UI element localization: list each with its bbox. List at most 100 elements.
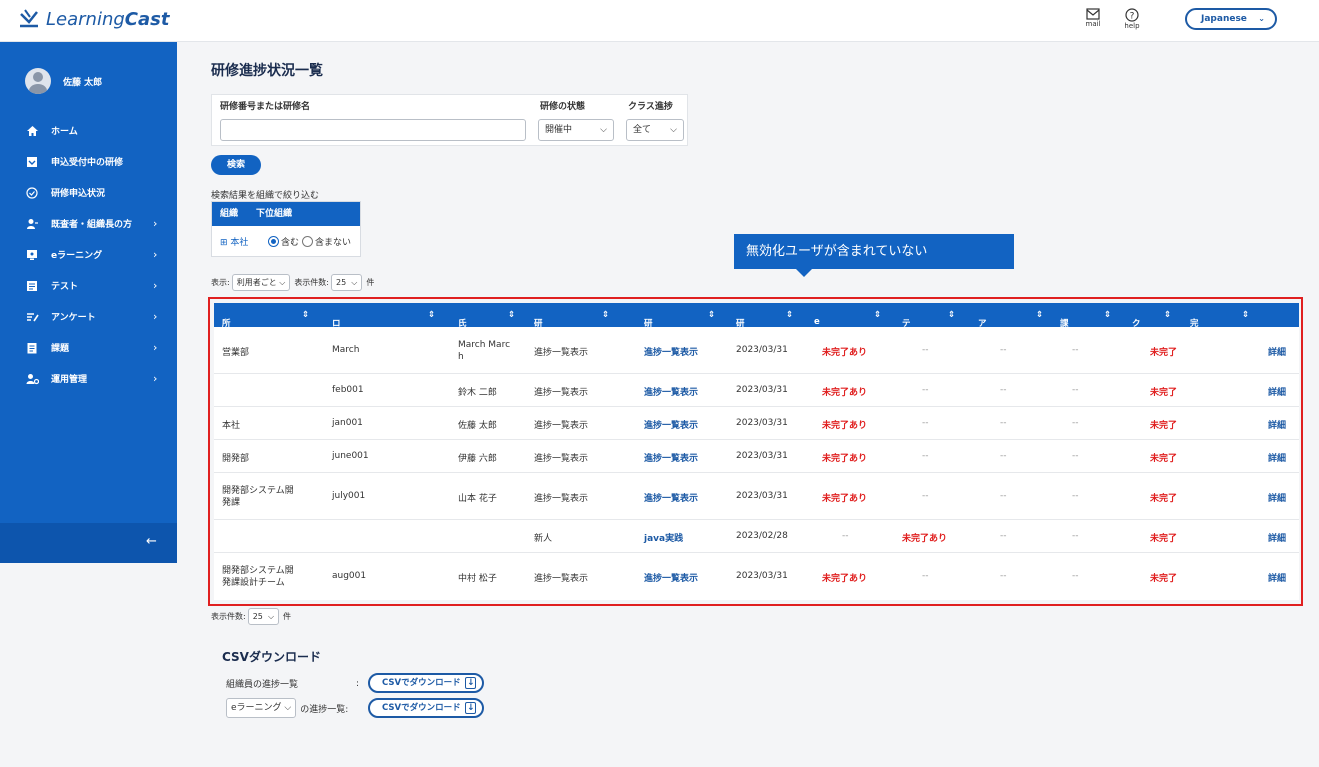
sidebar-item-test[interactable]: テスト › <box>0 270 177 301</box>
help-button[interactable]: ? help <box>1119 8 1145 30</box>
cell-survey-status: -- <box>1000 418 1007 428</box>
course-link[interactable]: 進捗一覧表示 <box>644 345 698 358</box>
cell-assignment-status: -- <box>1072 345 1079 355</box>
sidebar-item-admin[interactable]: 運用管理 › <box>0 363 177 394</box>
sort-icon[interactable]: ⇕ <box>602 310 609 320</box>
course-link[interactable]: 進捗一覧表示 <box>644 571 698 584</box>
course-link[interactable]: 進捗一覧表示 <box>644 418 698 431</box>
org-name: 本社 <box>230 238 249 248</box>
language-select[interactable]: Japanese ⌄ <box>1185 8 1277 30</box>
avatar <box>25 68 51 94</box>
sidebar-item-label: テスト <box>51 282 79 292</box>
csv-type-select[interactable]: eラーニング ⌵ <box>226 698 297 718</box>
course-link[interactable]: 進捗一覧表示 <box>644 385 698 398</box>
table-row: 開発部システム開発課 july001 山本 花子 進捗一覧表示 進捗一覧表示 2… <box>214 473 1299 520</box>
mail-button[interactable]: mail <box>1080 8 1106 28</box>
sort-icon[interactable]: ⇕ <box>1104 310 1111 320</box>
sidebar-item-application-status[interactable]: 研修申込状況 <box>0 177 177 208</box>
detail-link[interactable]: 詳細 <box>1268 491 1286 504</box>
sidebar-item-open-courses[interactable]: 申込受付中の研修 <box>0 146 177 177</box>
org-filter-label: 検索結果を組織で絞り込む <box>211 191 320 201</box>
sidebar-item-assignment[interactable]: 課題 › <box>0 332 177 363</box>
csv-download-progress-button[interactable]: CSVでダウンロード <box>368 698 484 718</box>
sidebar-item-elearning[interactable]: eラーニング › <box>0 239 177 270</box>
org-filter-panel: 組織 下位組織 ⊞ 本社 含む 含まない <box>211 201 361 257</box>
sidebar-collapse-button[interactable]: ← <box>0 523 177 563</box>
csv-download-members-button[interactable]: CSVでダウンロード <box>368 673 484 693</box>
user-profile[interactable]: 佐藤 太郎 <box>25 68 102 94</box>
course-code-label: 研修番号または研修名 <box>220 102 311 112</box>
course-link[interactable]: 進捗一覧表示 <box>644 491 698 504</box>
survey-icon <box>25 310 39 324</box>
cell-elearning-status: 未完了あり <box>822 494 868 504</box>
cell-course-code: 進捗一覧表示 <box>534 388 589 398</box>
cell-elearning-status: 未完了あり <box>822 388 868 398</box>
sidebar-item-label: eラーニング <box>51 251 103 261</box>
csv-members-label: 組織員の進捗一覧 <box>226 680 299 690</box>
cell-course-code: 進捗一覧表示 <box>534 494 589 504</box>
display-mode-label: 表示: <box>211 278 230 287</box>
detail-link[interactable]: 詳細 <box>1268 418 1286 431</box>
cell-course-code: 進捗一覧表示 <box>534 454 589 464</box>
status-select[interactable]: 開催中 ⌵ <box>538 119 614 141</box>
course-link[interactable]: java実践 <box>644 531 683 544</box>
cell-class-status: 未完了 <box>1150 421 1178 431</box>
radio-checked-icon <box>268 236 279 247</box>
csv-button-label: CSVでダウンロード <box>382 678 461 688</box>
sort-icon[interactable]: ⇕ <box>1164 310 1171 320</box>
sidebar-item-home[interactable]: ホーム <box>0 115 177 146</box>
csv-colon: : <box>356 678 360 689</box>
course-link[interactable]: 進捗一覧表示 <box>644 451 698 464</box>
sort-icon[interactable]: ⇕ <box>508 310 515 320</box>
cell-end-date: 2023/02/28 <box>736 531 788 541</box>
cell-survey-status: -- <box>1000 491 1007 501</box>
cell-test-status: -- <box>922 571 929 581</box>
cell-elearning-status: 未完了あり <box>822 421 868 431</box>
course-search-input[interactable] <box>220 119 526 141</box>
sidebar-item-label: 課題 <box>51 344 70 354</box>
page-size-select[interactable]: 25 ⌵ <box>331 274 363 291</box>
csv-section-title: CSVダウンロード <box>222 650 321 664</box>
admin-icon <box>25 372 39 386</box>
sort-icon[interactable]: ⇕ <box>302 310 309 320</box>
radio-unchecked-icon <box>302 236 313 247</box>
exclude-suborg-radio[interactable]: 含まない <box>302 235 351 248</box>
download-icon <box>465 675 476 691</box>
include-suborg-radio[interactable]: 含む <box>268 235 299 248</box>
arrow-left-icon: ← <box>146 534 157 549</box>
page-size-unit: 件 <box>366 278 375 287</box>
cell-org: 営業部 <box>222 348 250 358</box>
sort-icon[interactable]: ⇕ <box>948 310 955 320</box>
assignment-icon <box>25 341 39 355</box>
detail-link[interactable]: 詳細 <box>1268 385 1286 398</box>
org-tree-node[interactable]: ⊞ 本社 <box>220 235 248 248</box>
detail-link[interactable]: 詳細 <box>1268 345 1286 358</box>
display-mode-select[interactable]: 利用者ごと ⌵ <box>231 274 291 291</box>
sidebar-item-survey[interactable]: アンケート › <box>0 301 177 332</box>
sidebar-item-label: アンケート <box>51 313 96 323</box>
language-value: Japanese <box>1201 14 1247 24</box>
table-row: 新人 java実践 2023/02/28 -- 未完了あり -- -- 未完了 … <box>214 520 1299 553</box>
cell-survey-status: -- <box>1000 571 1007 581</box>
sidebar-item-label: 研修申込状況 <box>51 189 106 199</box>
search-button[interactable]: 検索 <box>211 155 261 175</box>
mail-icon <box>1086 8 1100 20</box>
detail-link[interactable]: 詳細 <box>1268 531 1286 544</box>
sort-icon[interactable]: ⇕ <box>786 310 793 320</box>
detail-link[interactable]: 詳細 <box>1268 451 1286 464</box>
org-filter-header: 組織 下位組織 <box>212 202 360 226</box>
sort-icon[interactable]: ⇕ <box>874 310 881 320</box>
sort-icon[interactable]: ⇕ <box>1036 310 1043 320</box>
sort-icon[interactable]: ⇕ <box>428 310 435 320</box>
sort-icon[interactable]: ⇕ <box>1242 310 1249 320</box>
cell-class-status: 未完了 <box>1150 348 1178 358</box>
test-icon <box>25 279 39 293</box>
cell-name: 佐藤 太郎 <box>458 421 497 431</box>
sort-icon[interactable]: ⇕ <box>708 310 715 320</box>
chevron-down-icon: ⌄ <box>1258 14 1265 23</box>
sidebar-item-managers[interactable]: 既査者・組織長の方 › <box>0 208 177 239</box>
detail-link[interactable]: 詳細 <box>1268 571 1286 584</box>
class-progress-select[interactable]: 全て ⌵ <box>626 119 684 141</box>
logo[interactable]: LearningCast <box>18 8 169 30</box>
page-size-select-bottom[interactable]: 25 ⌵ <box>247 608 280 625</box>
